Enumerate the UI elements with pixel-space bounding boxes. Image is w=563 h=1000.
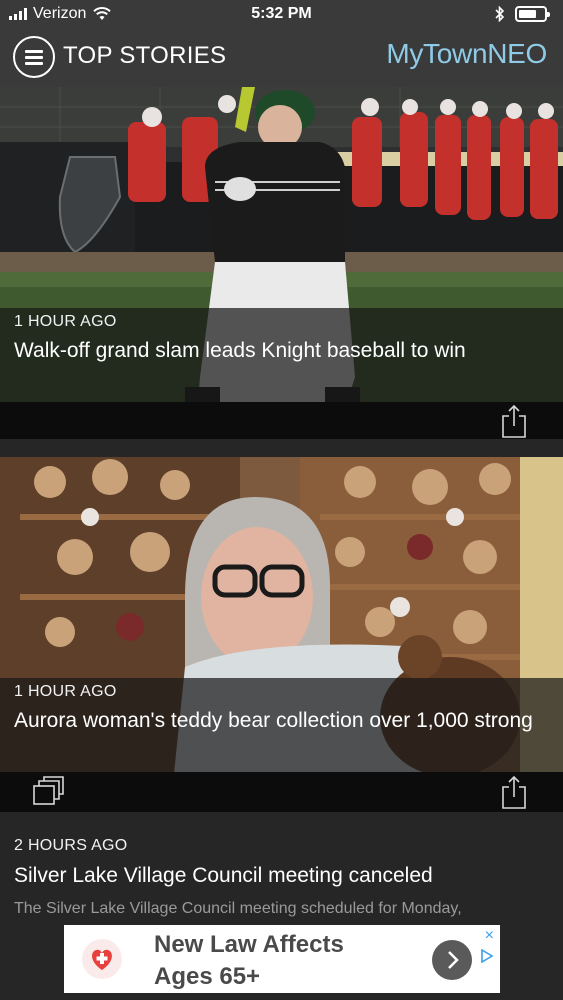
chevron-right-icon[interactable]	[432, 940, 472, 980]
story-time: 2 HOURS AGO	[14, 837, 128, 854]
share-icon[interactable]	[501, 404, 527, 438]
ad-banner[interactable]: New Law Affects Ages 65+ ×	[64, 925, 500, 993]
status-time: 5:32 PM	[251, 5, 312, 22]
bluetooth-icon	[495, 6, 505, 22]
hamburger-menu-icon[interactable]	[13, 36, 55, 78]
heart-icon	[92, 949, 112, 970]
status-bar: Verizon 5:32 PM	[0, 0, 563, 30]
chevron-right-icon-glyph	[448, 951, 459, 969]
story-summary: The Silver Lake Village Council meeting …	[14, 900, 462, 917]
ad-text[interactable]: New Law Affects Ages 65+	[154, 929, 344, 993]
story-action-bar	[0, 772, 563, 812]
ad-text-line: New Law Affects	[154, 931, 344, 958]
ad-area: New Law Affects Ages 65+ ×	[0, 920, 563, 1000]
story-headline[interactable]: Walk-off grand slam leads Knight basebal…	[14, 335, 539, 366]
ad-close-button[interactable]: ×	[485, 927, 494, 945]
ad-heart-circle	[82, 939, 122, 979]
story-action-bar	[0, 402, 563, 439]
story-time: 1 HOUR AGO	[14, 683, 117, 700]
status-right	[495, 6, 550, 22]
gallery-icon[interactable]	[32, 776, 64, 806]
story-time: 1 HOUR AGO	[14, 313, 117, 330]
story-card[interactable]: 1 HOUR AGO Walk-off grand slam leads Kni…	[0, 87, 563, 439]
story-headline[interactable]: Aurora woman's teddy bear collection ove…	[14, 705, 539, 736]
page-title: TOP STORIES	[63, 42, 227, 69]
app-header: TOP STORIES MyTownNEO	[0, 30, 563, 87]
story-card[interactable]: 1 HOUR AGO Aurora woman's teddy bear col…	[0, 457, 563, 812]
brand-name: MyTownNEO	[386, 38, 547, 69]
battery-level	[519, 10, 536, 18]
battery-icon	[515, 6, 550, 22]
story-headline[interactable]: Silver Lake Village Council meeting canc…	[14, 860, 539, 891]
ad-text-line: Ages 65+	[154, 963, 261, 990]
brand-logo[interactable]: MyTownNEO	[386, 38, 547, 70]
ad-choices-icon[interactable]	[480, 949, 494, 963]
share-icon[interactable]	[501, 775, 527, 809]
story-card[interactable]: 2 HOURS AGO Silver Lake Village Council …	[0, 826, 563, 920]
